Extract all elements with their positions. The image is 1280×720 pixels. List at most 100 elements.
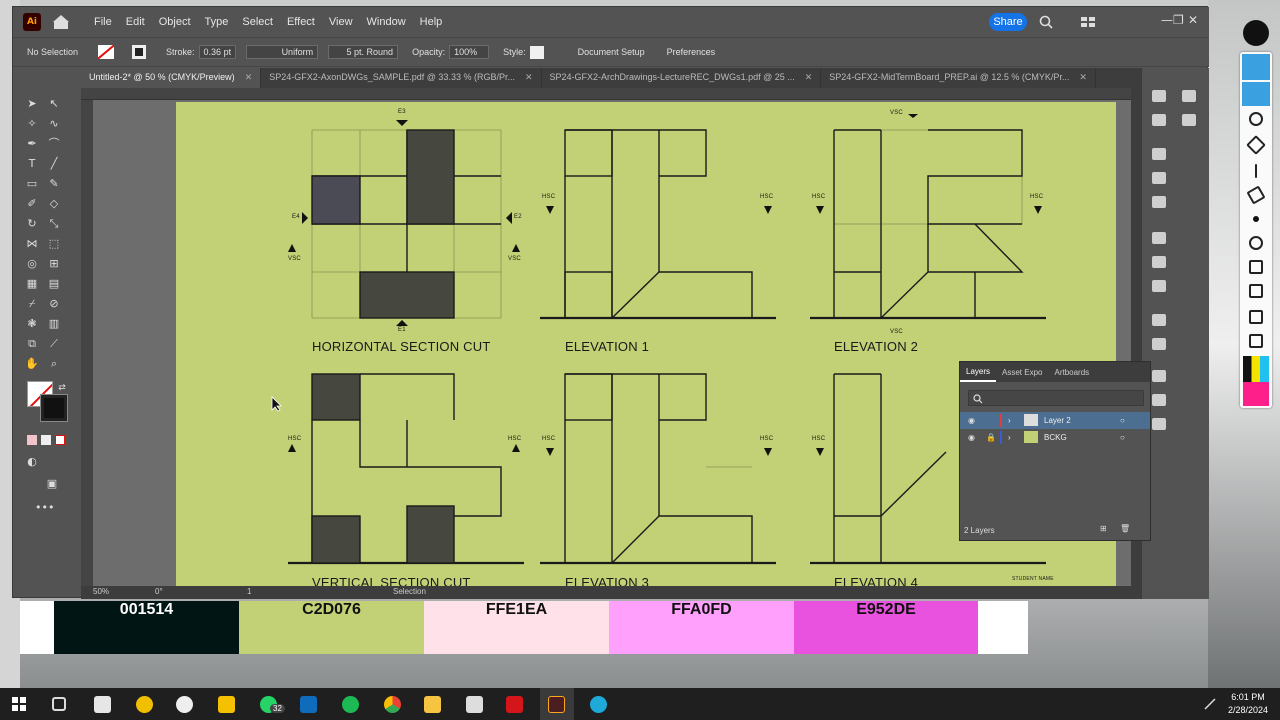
layer-name[interactable]: Layer 2 (1044, 416, 1071, 425)
tab-axon-dwgs[interactable]: SP24-GFX2-AxonDWGs_SAMPLE.pdf @ 33.33 % … (261, 68, 542, 88)
close-icon[interactable]: ✕ (1188, 13, 1198, 27)
panel-options-icon[interactable] (1182, 90, 1196, 102)
zoom-tool-icon[interactable]: ⌕ (47, 357, 61, 371)
maximize-icon[interactable]: ❐ (1173, 13, 1184, 27)
shape-builder-tool-icon[interactable]: ◎ (25, 257, 39, 271)
pen-line-icon[interactable] (1255, 164, 1257, 178)
pen-menu-icon[interactable] (1204, 698, 1216, 710)
undo-icon[interactable] (1249, 236, 1263, 250)
fill-swatch[interactable] (98, 45, 115, 59)
properties-icon[interactable] (1152, 90, 1166, 102)
stroke-weight-input[interactable]: 0.36 pt (198, 45, 237, 59)
artboard-navigator[interactable]: 1 (247, 587, 251, 596)
close-tab-icon[interactable]: ✕ (1079, 72, 1087, 82)
preferences-button[interactable]: Preferences (667, 47, 716, 57)
appearance-icon[interactable] (1152, 314, 1166, 326)
menu-window[interactable]: Window (360, 16, 413, 28)
hand-tool-icon[interactable]: ✋ (25, 357, 39, 371)
symbols-icon[interactable] (1152, 196, 1166, 208)
none-mode-icon[interactable] (55, 435, 65, 445)
zoom-level[interactable]: 50% (93, 587, 109, 596)
menu-help[interactable]: Help (413, 16, 450, 28)
rotate-tool-icon[interactable]: ↻ (25, 217, 39, 231)
spotify-icon[interactable] (342, 696, 359, 713)
tab-asset-export[interactable]: Asset Expo (996, 368, 1048, 377)
layer-row-bckg[interactable]: ◉ 🔒 › BCKG ○ (960, 429, 1150, 446)
column-graph-tool-icon[interactable]: ▥ (47, 317, 61, 331)
draw-mode-icon[interactable]: ◐ (25, 455, 39, 469)
panel-settings-icon[interactable] (1182, 114, 1196, 126)
selection-tool-icon[interactable]: ➤ (25, 97, 39, 111)
rectangle-tool-icon[interactable]: ▭ (25, 177, 39, 191)
tab-layers[interactable]: Layers (960, 362, 997, 382)
swap-colors-icon[interactable]: ⇄ (55, 381, 69, 395)
direct-selection-tool-icon[interactable]: ↖ (47, 97, 61, 111)
opacity-input[interactable]: 100% (449, 45, 490, 59)
align-icon[interactable] (1152, 148, 1166, 160)
shaper-tool-icon[interactable]: ✐ (25, 197, 39, 211)
magic-wand-tool-icon[interactable]: ✧ (25, 117, 39, 131)
stroke-panel-icon[interactable] (1152, 232, 1166, 244)
eye-icon[interactable] (1242, 54, 1270, 80)
paint-app-icon[interactable] (94, 696, 111, 713)
export-icon[interactable] (1152, 394, 1166, 406)
visibility-eye-icon[interactable]: ◉ (968, 433, 975, 442)
menu-select[interactable]: Select (235, 16, 280, 28)
gradient-panel-icon[interactable] (1152, 256, 1166, 268)
menu-edit[interactable]: Edit (119, 16, 152, 28)
scale-tool-icon[interactable]: ⤡ (47, 217, 61, 231)
layer-row-layer-2[interactable]: ◉ › Layer 2 ○ (960, 412, 1150, 429)
screen-mode-icon[interactable]: ▣ (45, 477, 59, 491)
menu-effect[interactable]: Effect (280, 16, 322, 28)
hide-icon[interactable] (1249, 112, 1263, 126)
stroke-profile-select[interactable]: Uniform (246, 45, 319, 59)
pen-app-icon[interactable] (176, 696, 193, 713)
curvature-tool-icon[interactable]: ⌒ (47, 137, 61, 151)
layers-search-input[interactable] (968, 390, 1144, 406)
close-tab-icon[interactable]: ✕ (245, 72, 253, 82)
pen-tool-icon[interactable]: ✒ (25, 137, 39, 151)
type-tool-icon[interactable]: T (25, 157, 39, 171)
close-tab-icon[interactable]: ✕ (525, 72, 533, 82)
eraser-tool-icon[interactable]: ◇ (47, 197, 61, 211)
outlook-icon[interactable] (300, 696, 317, 713)
board-icon[interactable] (1249, 284, 1263, 298)
blend-tool-icon[interactable]: ⊘ (47, 297, 61, 311)
menu-view[interactable]: View (322, 16, 360, 28)
acrobat-icon[interactable] (506, 696, 523, 713)
gradient-tool-icon[interactable]: ▤ (47, 277, 61, 291)
tab-arch-drawings[interactable]: SP24-GFX2-ArchDrawings-LectureREC_DWGs1.… (542, 68, 822, 88)
delete-layer-icon[interactable]: 🗑 (1120, 524, 1130, 533)
slice-tool-icon[interactable]: ⟋ (47, 337, 61, 351)
line-tool-icon[interactable]: ╱ (47, 157, 61, 171)
graphic-styles-icon[interactable] (1152, 338, 1166, 350)
arrange-documents-icon[interactable] (1081, 17, 1095, 28)
notes-icon[interactable] (1249, 334, 1263, 348)
free-transform-tool-icon[interactable]: ⬚ (47, 237, 61, 251)
live-paint-tool-icon[interactable]: ⊞ (47, 257, 61, 271)
dot-icon[interactable] (1253, 216, 1259, 222)
stroke-color-swatch[interactable] (40, 394, 68, 422)
lasso-tool-icon[interactable]: ∿ (47, 117, 61, 131)
new-layer-icon[interactable]: ⊞ (1100, 524, 1107, 533)
transparency-icon[interactable] (1152, 280, 1166, 292)
tab-artboards[interactable]: Artboards (1048, 368, 1095, 377)
highlighter-icon[interactable] (1246, 135, 1266, 155)
paintbrush-tool-icon[interactable]: ✎ (47, 177, 61, 191)
stroke-swatch[interactable] (132, 45, 147, 59)
artboards-panel-icon[interactable] (1152, 418, 1166, 430)
menu-file[interactable]: File (87, 16, 119, 28)
minimize-icon[interactable]: — (1161, 13, 1173, 27)
brush-select[interactable]: 5 pt. Round (328, 45, 399, 59)
active-color-icon[interactable] (1243, 382, 1269, 406)
target-circle-icon[interactable]: ○ (1120, 416, 1125, 425)
windows-start-icon[interactable] (12, 697, 26, 711)
libraries-icon[interactable] (1152, 114, 1166, 126)
search-icon[interactable] (1039, 15, 1053, 29)
document-setup-button[interactable]: Document Setup (578, 47, 645, 57)
eraser-icon[interactable] (1246, 185, 1266, 205)
visibility-eye-icon[interactable]: ◉ (968, 416, 975, 425)
style-swatch[interactable] (529, 45, 544, 59)
layers-panel-icon[interactable] (1152, 370, 1166, 382)
annotation-logo-icon[interactable] (1243, 20, 1269, 46)
